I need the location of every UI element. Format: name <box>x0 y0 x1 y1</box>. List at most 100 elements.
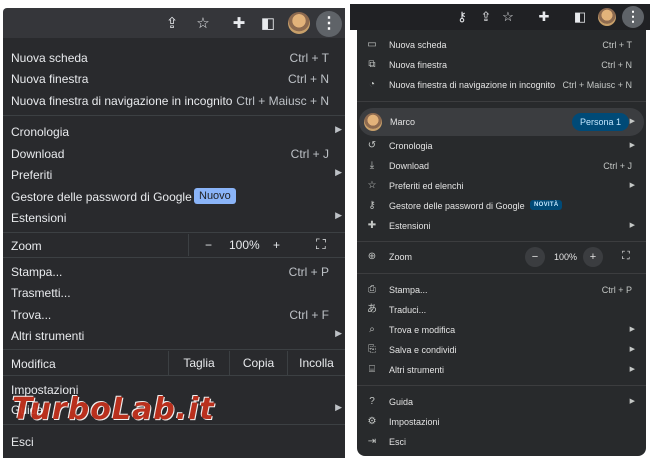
zoom-in-button[interactable]: + <box>273 238 280 252</box>
copy-button[interactable]: Copia <box>229 351 287 375</box>
new-window-icon: ⧉ <box>368 59 376 70</box>
save-share-icon: ⎘ <box>368 344 376 355</box>
chevron-right-icon: ▶ <box>629 326 635 333</box>
menu-item-new-tab[interactable]: ▭ Nuova scheda Ctrl + T <box>357 35 646 55</box>
menu-item-label: Nuova finestra di navigazione in incogni… <box>11 94 233 108</box>
settings-icon: ⚙ <box>367 416 377 427</box>
menu-item-label: Download <box>389 161 430 171</box>
side-panel-icon[interactable]: ◧ <box>259 15 277 33</box>
fullscreen-icon[interactable]: ⛶ <box>316 236 326 253</box>
menu-item-label: Nuova scheda <box>389 40 447 50</box>
chevron-right-icon: ▶ <box>335 328 342 338</box>
star-icon[interactable]: ☆ <box>500 9 516 25</box>
menu-item-label: Cronologia <box>11 125 70 139</box>
menu-item-label: Stampa... <box>389 285 428 295</box>
menu-item-label: Nuova finestra <box>11 72 89 86</box>
menu-item-new-window[interactable]: Nuova finestra Ctrl + N <box>3 68 345 89</box>
menu-item-label: Trova e modifica <box>389 325 456 335</box>
menu-item-password-manager[interactable]: Gestore delle password di Google Nuovo <box>3 186 345 207</box>
zoom-level: 100% <box>229 238 260 252</box>
menu-item-settings[interactable]: ⚙ Impostazioni <box>357 412 646 432</box>
zoom-controls: − 100% + ⛶ <box>188 234 345 256</box>
more-vert-icon[interactable]: ⋮ <box>316 11 342 37</box>
menu-item-label: Preferiti <box>11 168 53 182</box>
zoom-in-button[interactable]: + <box>583 247 603 267</box>
profile-row[interactable]: Marco Persona 1 ▶ <box>359 108 644 136</box>
menu-item-label: Trasmetti... <box>11 286 71 300</box>
menu-item-incognito[interactable]: Nuova finestra di navigazione in incogni… <box>3 90 345 111</box>
star-icon[interactable]: ☆ <box>194 15 212 33</box>
menu-item-save-share[interactable]: ⎘ Salva e condividi ▶ <box>357 340 646 360</box>
zoom-row: ⊕ Zoom − 100% + ⛶ <box>357 247 646 267</box>
translate-icon: あ <box>367 304 377 315</box>
divider <box>3 375 345 376</box>
chevron-right-icon: ▶ <box>629 346 635 353</box>
menu-item-download[interactable]: ⤓ Download Ctrl + J <box>357 156 646 176</box>
cut-button[interactable]: Taglia <box>168 351 229 375</box>
chevron-right-icon: ▶ <box>335 124 342 134</box>
more-vert-icon[interactable]: ⋮ <box>622 6 644 28</box>
chevron-right-icon: ▶ <box>629 398 635 405</box>
menu-item-bookmarks[interactable]: ☆ Preferiti ed elenchi ▶ <box>357 176 646 196</box>
shortcut: Ctrl + F <box>289 308 329 322</box>
side-panel-icon[interactable]: ◧ <box>572 9 588 25</box>
fullscreen-icon[interactable]: ⛶ <box>622 250 630 263</box>
shortcut: Ctrl + T <box>602 40 632 50</box>
key-icon[interactable]: ⚷ <box>454 9 470 25</box>
shortcut: Ctrl + P <box>601 285 632 295</box>
menu-item-history[interactable]: ↺ Cronologia ▶ <box>357 136 646 156</box>
chevron-right-icon: ▶ <box>629 222 635 229</box>
divider <box>3 115 345 116</box>
menu-item-label: Altri strumenti <box>11 329 85 343</box>
menu-item-exit[interactable]: Esci <box>3 431 345 452</box>
old-chrome-menu-screenshot: ⇪ ☆ ✚ ◧ ⋮ Nuova scheda Ctrl + T Nuova fi… <box>0 0 345 458</box>
zoom-out-button[interactable]: − <box>205 238 212 252</box>
menu-item-history[interactable]: Cronologia ▶ <box>3 121 345 142</box>
shortcut: Ctrl + Maiusc + N <box>236 94 329 108</box>
extensions-icon[interactable]: ✚ <box>536 9 552 25</box>
menu-item-download[interactable]: Download Ctrl + J <box>3 143 345 164</box>
zoom-out-button[interactable]: − <box>525 247 545 267</box>
menu-item-print[interactable]: ⎙ Stampa... Ctrl + P <box>357 280 646 300</box>
menu-item-extensions[interactable]: ✚ Estensioni ▶ <box>357 216 646 236</box>
menu-item-bookmarks[interactable]: Preferiti ▶ <box>3 164 345 185</box>
help-icon: ? <box>369 396 375 407</box>
edit-label: Modifica <box>11 357 56 371</box>
share-icon[interactable]: ⇪ <box>163 15 181 33</box>
avatar[interactable] <box>598 8 616 26</box>
menu-item-new-window[interactable]: ⧉ Nuova finestra Ctrl + N <box>357 55 646 75</box>
menu-item-password-manager[interactable]: ⚷ Gestore delle password di Google NOVIT… <box>357 196 646 216</box>
menu-item-cast[interactable]: Trasmetti... <box>3 282 345 303</box>
menu-item-help[interactable]: ? Guida ▶ <box>357 392 646 412</box>
new-badge: NOVITÀ <box>530 200 563 210</box>
shortcut: Ctrl + N <box>287 72 329 86</box>
menu-item-exit[interactable]: ⇥ Esci <box>357 432 646 452</box>
chevron-right-icon: ▶ <box>629 182 635 189</box>
menu-item-label: Trova... <box>11 308 52 322</box>
share-icon[interactable]: ⇪ <box>478 9 494 25</box>
avatar <box>364 113 382 131</box>
menu-item-translate[interactable]: あ Traduci... <box>357 300 646 320</box>
menu-item-find[interactable]: Trova... Ctrl + F <box>3 304 345 325</box>
shortcut: Ctrl + Maiusc + N <box>562 80 632 90</box>
download-icon: ⤓ <box>369 160 375 171</box>
menu-item-extensions[interactable]: Estensioni ▶ <box>3 207 345 228</box>
menu-item-incognito[interactable]: ◔ Nuova finestra di navigazione in incog… <box>357 75 646 95</box>
avatar[interactable] <box>288 12 310 34</box>
menu-item-more-tools[interactable]: ⌸ Altri strumenti ▶ <box>357 360 646 380</box>
shortcut: Ctrl + T <box>289 51 329 65</box>
menu-item-print[interactable]: Stampa... Ctrl + P <box>3 261 345 282</box>
extensions-icon[interactable]: ✚ <box>230 15 248 33</box>
menu-item-more-tools[interactable]: Altri strumenti ▶ <box>3 325 345 346</box>
menu-item-label: Nuova finestra di navigazione in incogni… <box>389 80 556 90</box>
menu-item-label: Esci <box>389 437 407 447</box>
zoom-icon: ⊕ <box>367 251 377 262</box>
menu-item-find-edit[interactable]: ⌕ Trova e modifica ▶ <box>357 320 646 340</box>
paste-button[interactable]: Incolla <box>287 351 345 375</box>
divider <box>357 101 646 102</box>
profile-name: Marco <box>390 117 416 127</box>
menu-item-new-tab[interactable]: Nuova scheda Ctrl + T <box>3 47 345 68</box>
divider <box>3 349 345 350</box>
menu-item-label: Preferiti ed elenchi <box>389 181 464 191</box>
menu-item-label: Guida <box>389 397 414 407</box>
